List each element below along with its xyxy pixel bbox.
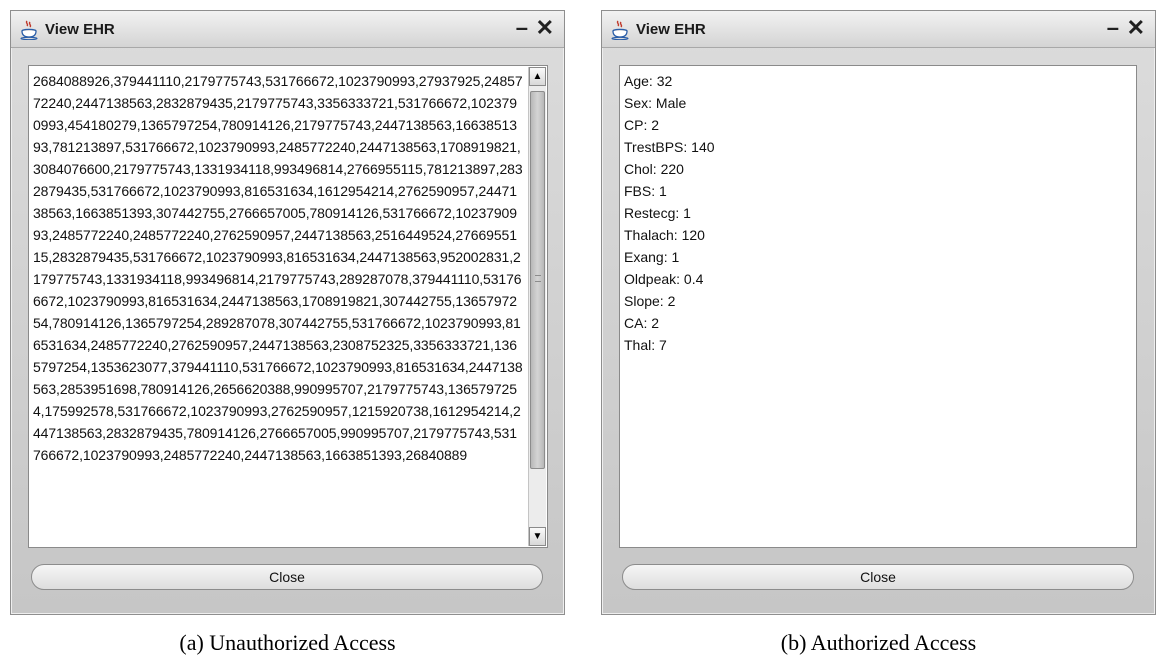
vertical-scrollbar[interactable]: ▲ ▼ [528, 67, 546, 546]
java-coffee-icon [19, 20, 39, 41]
record-text-area[interactable]: 2684088926,379441110,2179775743,53176667… [28, 65, 548, 548]
scrollbar-grip-icon [535, 275, 541, 282]
decrypted-record-fields[interactable]: Age: 32 Sex: Male CP: 2 TrestBPS: 140 Ch… [624, 70, 1132, 543]
view-ehr-window-authorized: View EHR – ✕ Age: 32 Sex: Male CP: 2 Tre… [601, 10, 1156, 615]
scroll-down-arrow-icon[interactable]: ▼ [529, 527, 546, 546]
window-title: View EHR [636, 21, 706, 38]
record-field-fbs: FBS: 1 [624, 183, 667, 199]
title-bar[interactable]: View EHR – ✕ [602, 11, 1155, 48]
close-button[interactable]: Close [622, 564, 1134, 590]
record-field-ca: CA: 2 [624, 315, 660, 331]
record-field-thalach: Thalach: 120 [624, 227, 705, 243]
java-coffee-icon [610, 20, 630, 41]
scrollbar-thumb[interactable] [530, 91, 545, 469]
caption-authorized: (b) Authorized Access [780, 630, 977, 655]
caption-unauthorized: (a) Unauthorized Access [179, 630, 396, 655]
view-ehr-window-unauthorized: View EHR – ✕ 2684088926,379441110,217977… [10, 10, 565, 615]
close-button[interactable]: Close [31, 564, 543, 590]
record-field-oldpeak: Oldpeak: 0.4 [624, 271, 704, 287]
scroll-up-arrow-icon[interactable]: ▲ [529, 67, 546, 86]
title-bar[interactable]: View EHR – ✕ [11, 11, 564, 48]
minimize-button[interactable]: – [1107, 16, 1119, 40]
minimize-button[interactable]: – [516, 16, 528, 40]
record-field-slope: Slope: 2 [624, 293, 676, 309]
record-text-area[interactable]: Age: 32 Sex: Male CP: 2 TrestBPS: 140 Ch… [619, 65, 1137, 548]
window-title: View EHR [45, 21, 115, 38]
record-field-trestbps: TrestBPS: 140 [624, 139, 715, 155]
record-field-exang: Exang: 1 [624, 249, 680, 265]
window-close-button[interactable]: ✕ [536, 16, 554, 40]
record-field-restecg: Restecg: 1 [624, 205, 691, 221]
record-field-age: Age: 32 [624, 73, 673, 89]
record-field-thal: Thal: 7 [624, 337, 667, 353]
encrypted-record-text[interactable]: 2684088926,379441110,2179775743,53176667… [33, 70, 523, 543]
window-close-button[interactable]: ✕ [1127, 16, 1145, 40]
record-field-sex: Sex: Male [624, 95, 687, 111]
record-field-cp: CP: 2 [624, 117, 660, 133]
record-field-chol: Chol: 220 [624, 161, 684, 177]
